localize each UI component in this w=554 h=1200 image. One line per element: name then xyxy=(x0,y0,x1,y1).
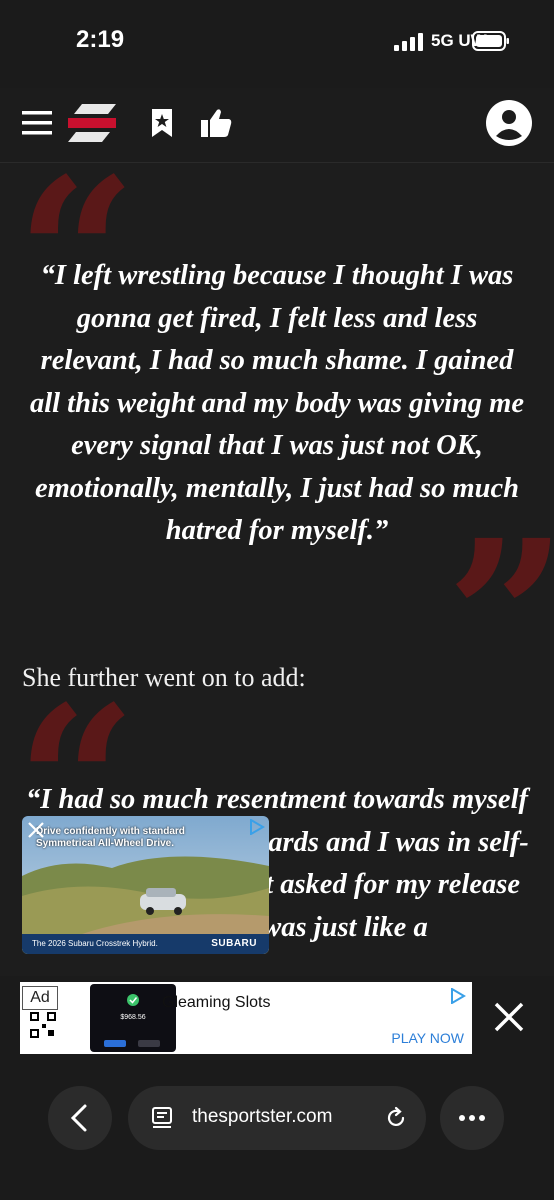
browser-toolbar: thesportster.com xyxy=(0,1062,554,1200)
ad-amount: $968.56 xyxy=(120,1014,146,1021)
more-icon xyxy=(459,1115,485,1121)
video-ad[interactable]: Drive confidently with standard Symmetri… xyxy=(22,816,269,954)
close-quote-icon: ” xyxy=(446,513,554,723)
ad-model: The 2026 Subaru Crosstrek Hybrid. xyxy=(32,939,158,948)
ad-brand: SUBARU xyxy=(211,938,257,949)
ad-footer: The 2026 Subaru Crosstrek Hybrid. SUBARU xyxy=(22,934,269,954)
battery-icon xyxy=(472,31,509,51)
url-text: thesportster.com xyxy=(192,1106,333,1127)
close-icon[interactable] xyxy=(492,1000,526,1034)
adchoices-icon[interactable] xyxy=(450,988,466,1004)
ad-headline: Drive confidently with standard Symmetri… xyxy=(36,826,185,849)
reload-icon[interactable] xyxy=(384,1106,408,1130)
qr-code-icon xyxy=(30,1012,56,1038)
more-button[interactable] xyxy=(440,1086,504,1150)
account-icon[interactable] xyxy=(486,100,532,146)
site-header xyxy=(0,88,554,163)
back-button[interactable] xyxy=(48,1086,112,1150)
ad-label: Ad xyxy=(22,986,58,1010)
back-icon xyxy=(70,1104,87,1132)
bookmark-icon[interactable] xyxy=(150,108,174,138)
menu-icon[interactable] xyxy=(22,110,52,136)
play-now-button[interactable]: PLAY NOW xyxy=(391,1030,464,1046)
page-icon xyxy=(152,1107,172,1128)
banner-ad-content[interactable]: Ad $968.56 Gleaming Slots PLAY NOW xyxy=(20,982,472,1054)
like-icon[interactable] xyxy=(200,108,232,138)
signal-icon xyxy=(394,33,423,51)
status-time: 2:19 xyxy=(76,26,125,53)
status-bar: 2:19 5G UW xyxy=(0,0,554,88)
close-icon[interactable] xyxy=(26,820,46,840)
sportster-logo[interactable] xyxy=(68,104,116,142)
adchoices-icon[interactable] xyxy=(249,819,265,835)
ad-title: Gleaming Slots xyxy=(162,994,271,1011)
banner-ad: Ad $968.56 Gleaming Slots PLAY NOW xyxy=(0,976,554,1062)
address-bar[interactable]: thesportster.com xyxy=(128,1086,426,1150)
